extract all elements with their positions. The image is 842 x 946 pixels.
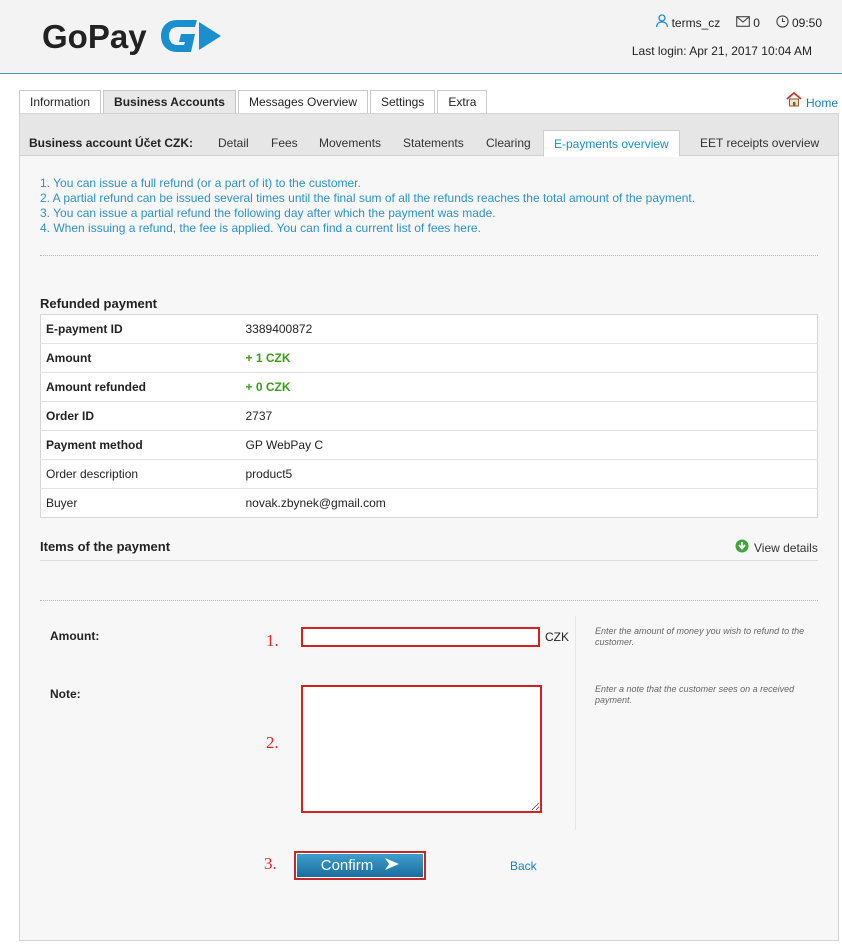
table-row: Buyer novak.zbynek@gmail.com (41, 489, 818, 518)
refunded-payment-title: Refunded payment (40, 296, 158, 311)
home-label: Home (805, 96, 838, 110)
gopay-logo-icon (157, 14, 223, 59)
content-panel: Business account Účet CZK: Detail Fees M… (19, 113, 839, 941)
items-title: Items of the payment (40, 539, 171, 554)
messages-indicator[interactable]: 0 (736, 16, 760, 30)
user-bar: terms_cz 0 09:50 (645, 14, 822, 31)
subtab-movements[interactable]: Movements (319, 136, 381, 150)
header: GoPay terms_cz 0 09:50 Last login: Apr 2… (0, 0, 842, 74)
last-login: Last login: Apr 21, 2017 10:04 AM (631, 44, 812, 58)
table-row: Order description product5 (40, 459, 818, 489)
session-clock: 09:50 (776, 14, 822, 31)
note-line: 2. A partial refund can be issued severa… (40, 191, 696, 205)
subtab-statements[interactable]: Statements (403, 136, 464, 150)
arrow-down-circle-icon (735, 539, 749, 556)
row-label: Amount (40, 343, 241, 373)
subtab-detail[interactable]: Detail (218, 136, 249, 150)
tab-business-accounts[interactable]: Business Accounts (103, 90, 236, 115)
row-label: Buyer (46, 496, 78, 510)
step-marker: 1. (266, 631, 279, 650)
row-value: GP WebPay C (240, 430, 818, 460)
business-account-title: Business account Účet CZK: (29, 136, 194, 150)
session-time: 09:50 (791, 15, 822, 30)
tab-information[interactable]: Information (19, 90, 102, 114)
user-account[interactable]: terms_cz (655, 14, 721, 31)
note-textarea[interactable] (301, 685, 542, 813)
row-value: 2737 (240, 401, 818, 431)
username: terms_cz (671, 15, 721, 30)
note-line: 3. You can issue a partial refund the fo… (40, 206, 496, 220)
note-hint: Enter a note that the customer sees on a… (595, 684, 795, 705)
row-label: Order description (40, 459, 241, 489)
note-label: Note: (50, 687, 81, 701)
messages-count: 0 (753, 15, 760, 30)
step-marker: 3. (264, 854, 277, 873)
tab-messages-overview[interactable]: Messages Overview (237, 90, 368, 114)
home-icon (786, 91, 802, 110)
arrow-right-icon (385, 857, 400, 874)
divider (40, 560, 818, 561)
note-line: 1. You can issue a full refund (or a par… (40, 176, 361, 190)
refunded-payment-table: E-payment ID 3389400872 Amount + 1 CZK A… (40, 314, 818, 518)
row-label: Amount refunded (40, 372, 241, 402)
user-icon (655, 14, 669, 31)
table-row: Amount + 1 CZK (40, 343, 818, 373)
subtab-clearing[interactable]: Clearing (486, 136, 531, 150)
row-label: Order ID (40, 401, 241, 431)
back-link[interactable]: Back (510, 859, 537, 873)
table-row: Order ID 2737 (40, 401, 818, 431)
sub-nav: Business account Účet CZK: Detail Fees M… (20, 114, 838, 157)
note-line[interactable]: 4. When issuing a refund, the fee is app… (40, 221, 695, 236)
home-link[interactable]: Home (786, 91, 838, 110)
confirm-label: Confirm (320, 857, 374, 874)
subtab-eet-receipts-overview[interactable]: EET receipts overview (700, 136, 819, 150)
subtab-fees[interactable]: Fees (271, 136, 298, 150)
confirm-button[interactable]: Confirm (294, 851, 426, 880)
table-row: E-payment ID 3389400872 (40, 314, 818, 344)
view-details-label: View details (754, 540, 818, 555)
amount-label: Amount: (50, 629, 100, 643)
gopay-logo[interactable]: GoPay (42, 14, 223, 59)
subtab-e-payments-overview[interactable]: E-payments overview (543, 130, 680, 157)
clock-icon (776, 14, 789, 31)
amount-hint: Enter the amount of money you wish to re… (595, 626, 805, 647)
step-marker: 2. (266, 733, 279, 752)
row-value: 3389400872 (240, 314, 818, 344)
currency-label: CZK (545, 630, 569, 644)
confirm-button-face[interactable]: Confirm (297, 854, 423, 877)
row-value: + 1 CZK (240, 343, 818, 373)
main-tabs: Information Business Accounts Messages O… (19, 90, 488, 115)
row-value: product5 (240, 459, 818, 489)
row-value: + 0 CZK (240, 372, 818, 402)
table-row: Payment method GP WebPay C (40, 430, 818, 460)
row-value: novak.zbynek@gmail.com (245, 496, 386, 510)
view-details-link[interactable]: View details (735, 539, 818, 556)
tab-extra[interactable]: Extra (437, 90, 488, 114)
form-divider (575, 616, 576, 830)
divider (40, 255, 818, 256)
refund-notes: 1. You can issue a full refund (or a par… (40, 176, 695, 236)
row-label: Payment method (40, 430, 241, 460)
logo-text: GoPay (42, 17, 147, 55)
envelope-icon (736, 15, 751, 30)
table-row: Amount refunded + 0 CZK (40, 372, 818, 402)
amount-input[interactable] (301, 627, 540, 647)
tab-settings[interactable]: Settings (370, 90, 436, 114)
row-label: E-payment ID (40, 314, 241, 344)
divider (40, 600, 818, 601)
